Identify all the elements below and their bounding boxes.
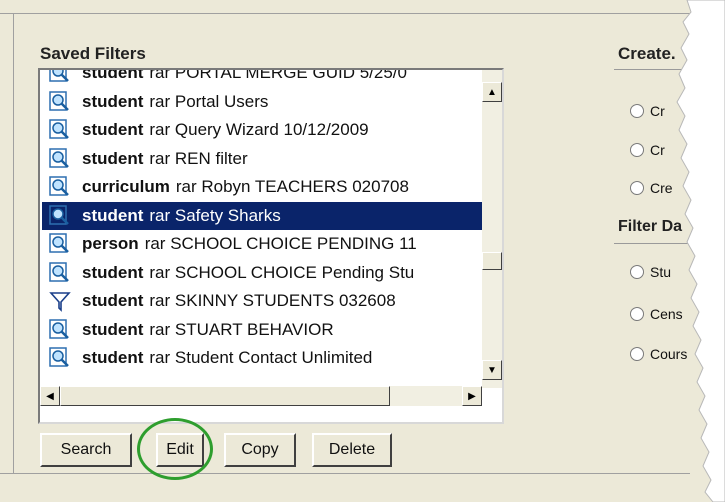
filter-type-label: student [82,91,144,111]
filter-name-label: rar SKINNY STUDENTS 032608 [149,291,396,311]
filter-type-label: student [82,262,144,282]
list-item[interactable]: student rar Student Contact Unlimited [42,344,502,373]
filter-type-label: student [82,148,144,168]
query-icon [46,318,74,342]
filter-name-label: rar Query Wizard 10/12/2009 [149,120,369,140]
create-option-label: Cr [650,142,665,158]
radio-button[interactable] [630,143,644,157]
saved-filters-list[interactable]: student rar PORTAL MERGE GUID 5/25/0 stude… [38,68,504,424]
radio-button[interactable] [630,181,644,195]
filter-name-label: rar Student Contact Unlimited [149,348,373,368]
search-button[interactable]: Search [40,433,132,467]
filter-type-label: student [82,205,144,225]
saved-filters-title: Saved Filters [40,44,146,63]
filter-name-label: rar Safety Sharks [149,205,281,225]
query-icon [46,175,74,199]
list-item[interactable]: student rar PORTAL MERGE GUID 5/25/0 [42,68,502,88]
frame-border-top [0,13,690,14]
filter-name-label: rar REN filter [149,148,248,168]
query-icon [46,90,74,114]
filter-name-label: rar SCHOOL CHOICE Pending Stu [149,262,415,282]
horizontal-scroll-thumb[interactable] [60,386,390,406]
filter-type-label: curriculum [82,177,170,197]
radio-button[interactable] [630,104,644,118]
filter-type-label: student [82,291,144,311]
frame-border-left [13,13,14,473]
query-icon [46,118,74,142]
list-item[interactable]: student rar REN filter [42,145,502,174]
radio-button[interactable] [630,307,644,321]
torn-edge-decoration [676,0,725,502]
list-item[interactable]: curriculum rar Robyn TEACHERS 020708 [42,173,502,202]
filter-type-label: person [82,234,139,254]
saved-filters-list-inner: student rar PORTAL MERGE GUID 5/25/0 stude… [42,68,502,373]
create-option-1[interactable]: Cr [630,103,665,119]
query-icon [46,70,74,85]
query-icon [46,232,74,256]
filter-type-label: student [82,319,144,339]
list-item[interactable]: student rar STUART BEHAVIOR [42,316,502,345]
filter-type-label: student [82,348,144,368]
radio-button[interactable] [630,347,644,361]
filter-name-label: rar Portal Users [149,91,269,111]
filter-type-label: student [82,120,144,140]
filter-name-label: rar SCHOOL CHOICE PENDING 11 [144,234,417,254]
scroll-right-arrow-icon[interactable]: ▶ [462,386,482,406]
query-icon [46,346,74,370]
scroll-left-arrow-icon[interactable]: ◀ [40,386,60,406]
funnel-icon [46,289,74,313]
copy-button[interactable]: Copy [224,433,296,467]
edit-highlight-circle [137,418,213,480]
list-item[interactable]: student rar SKINNY STUDENTS 032608 [42,287,502,316]
delete-button[interactable]: Delete [312,433,392,467]
filter-type-label: student [82,68,144,83]
query-icon [46,261,74,285]
vertical-scrollbar[interactable] [482,70,502,388]
create-option-2[interactable]: Cr [630,142,665,158]
filter-name-label: rar PORTAL MERGE GUID 5/25/0 [149,68,407,83]
query-icon [46,147,74,171]
list-item[interactable]: student rar SCHOOL CHOICE Pending Stu [42,259,502,288]
list-item[interactable]: student rar Safety Sharks [42,201,502,230]
list-item[interactable]: person rar SCHOOL CHOICE PENDING 11 [42,230,502,259]
filter-panel: Saved Filters Create. Filter Da student r… [0,0,725,502]
query-icon [46,204,74,228]
create-option-label: Cr [650,103,665,119]
list-item[interactable]: student rar Query Wizard 10/12/2009 [42,116,502,145]
filter-name-label: rar Robyn TEACHERS 020708 [175,177,409,197]
frame-border-bottom [0,473,690,474]
scroll-down-arrow-icon[interactable]: ▼ [482,360,502,380]
scroll-up-arrow-icon[interactable]: ▲ [482,82,502,102]
radio-button[interactable] [630,265,644,279]
list-item[interactable]: student rar Portal Users [42,88,502,117]
vertical-scroll-thumb[interactable] [482,252,502,270]
filter-name-label: rar STUART BEHAVIOR [149,319,334,339]
